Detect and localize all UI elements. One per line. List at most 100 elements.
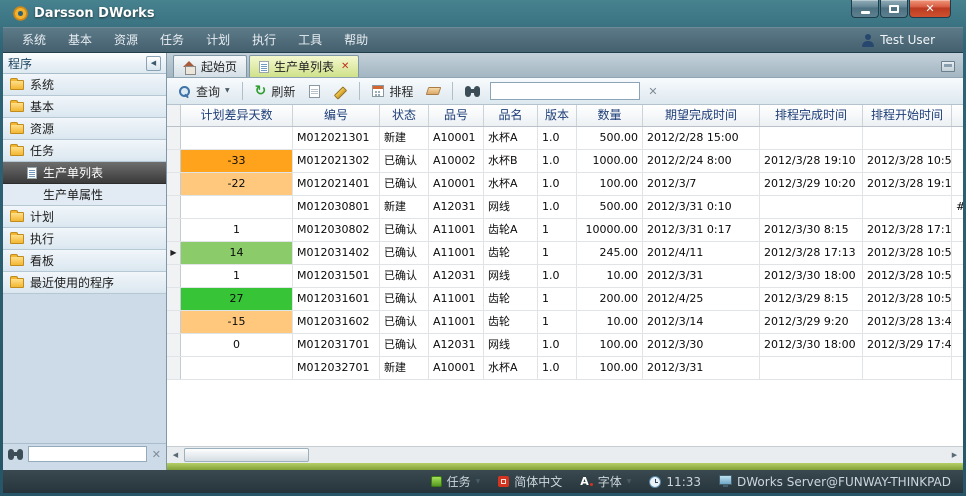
cell-expected[interactable]: 2012/3/31 0:10 <box>643 196 760 218</box>
cell-version[interactable]: 1.0 <box>538 127 577 149</box>
eraser-button[interactable] <box>421 81 446 102</box>
cell-diff[interactable]: -33 <box>181 150 293 172</box>
maximize-button[interactable] <box>880 0 908 18</box>
column-header[interactable]: 排程开始时间 <box>863 105 952 126</box>
cell-item_name[interactable]: 齿轮 <box>484 242 538 264</box>
column-header[interactable]: 品名 <box>484 105 538 126</box>
pin-icon[interactable] <box>941 61 955 72</box>
sidebar-item[interactable]: 最近使用的程序 <box>3 272 166 294</box>
cell-sched_finish[interactable] <box>760 196 863 218</box>
cell-item_name[interactable]: 水杯A <box>484 357 538 379</box>
cell-extra[interactable] <box>952 334 963 356</box>
sidebar-item[interactable]: 系统 <box>3 74 166 96</box>
cell-status[interactable]: 新建 <box>380 196 429 218</box>
cell-item_no[interactable]: A10001 <box>429 173 484 195</box>
cell-expected[interactable]: 2012/2/28 15:00 <box>643 127 760 149</box>
cell-expected[interactable]: 2012/3/14 <box>643 311 760 333</box>
edit-button[interactable] <box>328 81 353 102</box>
cell-no[interactable]: M012030801 <box>293 196 380 218</box>
cell-expected[interactable]: 2012/3/31 0:17 <box>643 219 760 241</box>
cell-diff[interactable]: 1 <box>181 219 293 241</box>
cell-version[interactable]: 1 <box>538 242 577 264</box>
row-marker[interactable] <box>167 334 181 356</box>
column-header[interactable]: 版本 <box>538 105 577 126</box>
cell-qty[interactable]: 200.00 <box>577 288 643 310</box>
cell-no[interactable]: M012021401 <box>293 173 380 195</box>
row-marker[interactable] <box>167 265 181 287</box>
sidebar-search-clear-icon[interactable]: ✕ <box>152 449 161 460</box>
cell-status[interactable]: 新建 <box>380 357 429 379</box>
cell-version[interactable]: 1.0 <box>538 173 577 195</box>
menu-item[interactable]: 任务 <box>149 28 195 52</box>
cell-qty[interactable]: 245.00 <box>577 242 643 264</box>
cell-sched_start[interactable] <box>863 127 952 149</box>
cell-sched_start[interactable]: 2012/3/28 17:13 <box>863 219 952 241</box>
cell-sched_start[interactable] <box>863 357 952 379</box>
cell-sched_start[interactable]: 2012/3/28 10:52 <box>863 150 952 172</box>
row-marker[interactable] <box>167 150 181 172</box>
cell-sched_start[interactable]: 2012/3/29 17:46 <box>863 334 952 356</box>
menu-item[interactable]: 基本 <box>57 28 103 52</box>
cell-diff[interactable]: -15 <box>181 311 293 333</box>
cell-sched_finish[interactable]: 2012/3/30 8:15 <box>760 219 863 241</box>
cell-extra[interactable] <box>952 288 963 310</box>
cell-no[interactable]: M012031501 <box>293 265 380 287</box>
cell-qty[interactable]: 10000.00 <box>577 219 643 241</box>
cell-item_no[interactable]: A10001 <box>429 127 484 149</box>
cell-extra[interactable] <box>952 311 963 333</box>
cell-item_no[interactable]: A11001 <box>429 219 484 241</box>
filter-input[interactable] <box>490 82 640 100</box>
cell-extra[interactable] <box>952 219 963 241</box>
sidebar-item[interactable]: 生产单属性 <box>3 184 166 206</box>
menu-item[interactable]: 计划 <box>195 28 241 52</box>
new-button[interactable] <box>303 81 326 102</box>
scroll-thumb[interactable] <box>184 448 309 462</box>
cell-status[interactable]: 已确认 <box>380 265 429 287</box>
sidebar-search-input[interactable] <box>28 446 147 462</box>
cell-item_no[interactable]: A12031 <box>429 265 484 287</box>
schedule-button[interactable]: 排程 <box>366 81 419 102</box>
cell-status[interactable]: 已确认 <box>380 288 429 310</box>
sidebar-item[interactable]: 看板 <box>3 250 166 272</box>
cell-item_name[interactable]: 水杯B <box>484 150 538 172</box>
scroll-right-icon[interactable]: ▶ <box>946 447 963 463</box>
cell-expected[interactable]: 2012/3/31 <box>643 357 760 379</box>
cell-item_name[interactable]: 水杯A <box>484 127 538 149</box>
refresh-button[interactable]: ↻ 刷新 <box>249 81 302 102</box>
cell-extra[interactable] <box>952 150 963 172</box>
cell-sched_finish[interactable]: 2012/3/30 18:00 <box>760 334 863 356</box>
sidebar-item[interactable]: 任务 <box>3 140 166 162</box>
sidebar-item[interactable]: 执行 <box>3 228 166 250</box>
column-header[interactable]: 计划差异天数 <box>181 105 293 126</box>
scroll-track[interactable] <box>184 447 946 463</box>
column-header[interactable]: 状态 <box>380 105 429 126</box>
cell-sched_finish[interactable] <box>760 127 863 149</box>
cell-item_name[interactable]: 水杯A <box>484 173 538 195</box>
cell-status[interactable]: 已确认 <box>380 242 429 264</box>
cell-expected[interactable]: 2012/3/31 <box>643 265 760 287</box>
column-header[interactable]: 编号 <box>293 105 380 126</box>
cell-item_name[interactable]: 齿轮 <box>484 311 538 333</box>
cell-no[interactable]: M012021302 <box>293 150 380 172</box>
cell-qty[interactable]: 500.00 <box>577 196 643 218</box>
sidebar-item[interactable]: 计划 <box>3 206 166 228</box>
column-header[interactable]: 数量 <box>577 105 643 126</box>
statusbar-task-dropdown[interactable]: 任务 ▼ <box>431 473 481 490</box>
cell-no[interactable]: M012031601 <box>293 288 380 310</box>
cell-sched_start[interactable]: 2012/3/28 13:40 <box>863 311 952 333</box>
find-button[interactable] <box>459 81 486 102</box>
cell-sched_start[interactable]: 2012/3/28 10:52 <box>863 288 952 310</box>
cell-item_no[interactable]: A10001 <box>429 357 484 379</box>
cell-version[interactable]: 1.0 <box>538 357 577 379</box>
cell-item_no[interactable]: A12031 <box>429 196 484 218</box>
cell-item_no[interactable]: A11001 <box>429 288 484 310</box>
query-button[interactable]: 查询 ▼ <box>172 81 236 102</box>
cell-diff[interactable]: -22 <box>181 173 293 195</box>
cell-qty[interactable]: 100.00 <box>577 173 643 195</box>
cell-sched_finish[interactable]: 2012/3/29 9:20 <box>760 311 863 333</box>
cell-no[interactable]: M012031402 <box>293 242 380 264</box>
tab-close-icon[interactable]: ✕ <box>341 62 349 72</box>
cell-version[interactable]: 1.0 <box>538 334 577 356</box>
cell-version[interactable]: 1 <box>538 219 577 241</box>
cell-version[interactable]: 1 <box>538 288 577 310</box>
